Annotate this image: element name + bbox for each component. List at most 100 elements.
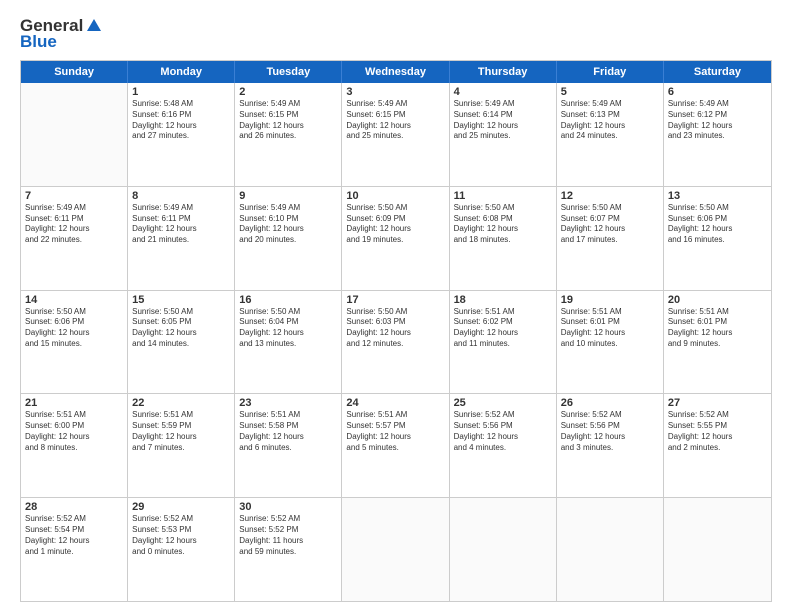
daylight-label: Daylight: 12 hours	[25, 224, 123, 235]
daylight-label: Daylight: 12 hours	[346, 328, 444, 339]
cal-cell: 24 Sunrise: 5:51 AM Sunset: 5:57 PM Dayl…	[342, 394, 449, 497]
calendar: SundayMondayTuesdayWednesdayThursdayFrid…	[20, 60, 772, 602]
sunset: Sunset: 6:00 PM	[25, 421, 123, 432]
logo-blue: Blue	[20, 32, 57, 52]
day-header-monday: Monday	[128, 61, 235, 83]
sunset: Sunset: 6:02 PM	[454, 317, 552, 328]
week-row-5: 28 Sunrise: 5:52 AM Sunset: 5:54 PM Dayl…	[21, 498, 771, 601]
cal-cell	[342, 498, 449, 601]
day-number: 18	[454, 294, 552, 306]
sunset: Sunset: 6:06 PM	[668, 214, 767, 225]
day-number: 14	[25, 294, 123, 306]
daylight-minutes: and 4 minutes.	[454, 443, 552, 454]
sunrise: Sunrise: 5:49 AM	[239, 99, 337, 110]
sunset: Sunset: 6:11 PM	[132, 214, 230, 225]
sunset: Sunset: 5:54 PM	[25, 525, 123, 536]
cal-cell: 23 Sunrise: 5:51 AM Sunset: 5:58 PM Dayl…	[235, 394, 342, 497]
sunrise: Sunrise: 5:52 AM	[25, 514, 123, 525]
week-row-3: 14 Sunrise: 5:50 AM Sunset: 6:06 PM Dayl…	[21, 291, 771, 395]
daylight-minutes: and 7 minutes.	[132, 443, 230, 454]
daylight-minutes: and 20 minutes.	[239, 235, 337, 246]
day-number: 17	[346, 294, 444, 306]
sunrise: Sunrise: 5:50 AM	[668, 203, 767, 214]
sunset: Sunset: 5:52 PM	[239, 525, 337, 536]
cal-cell: 22 Sunrise: 5:51 AM Sunset: 5:59 PM Dayl…	[128, 394, 235, 497]
day-number: 15	[132, 294, 230, 306]
sunset: Sunset: 5:59 PM	[132, 421, 230, 432]
cal-cell: 6 Sunrise: 5:49 AM Sunset: 6:12 PM Dayli…	[664, 83, 771, 186]
day-number: 13	[668, 190, 767, 202]
sunset: Sunset: 6:01 PM	[561, 317, 659, 328]
day-number: 16	[239, 294, 337, 306]
daylight-label: Daylight: 12 hours	[561, 432, 659, 443]
sunset: Sunset: 6:09 PM	[346, 214, 444, 225]
daylight-minutes: and 2 minutes.	[668, 443, 767, 454]
daylight-minutes: and 59 minutes.	[239, 547, 337, 558]
daylight-minutes: and 23 minutes.	[668, 131, 767, 142]
daylight-minutes: and 25 minutes.	[454, 131, 552, 142]
sunset: Sunset: 5:53 PM	[132, 525, 230, 536]
sunrise: Sunrise: 5:49 AM	[346, 99, 444, 110]
daylight-label: Daylight: 12 hours	[239, 121, 337, 132]
day-number: 19	[561, 294, 659, 306]
cal-cell: 25 Sunrise: 5:52 AM Sunset: 5:56 PM Dayl…	[450, 394, 557, 497]
sunrise: Sunrise: 5:51 AM	[454, 307, 552, 318]
day-number: 30	[239, 501, 337, 513]
sunset: Sunset: 6:04 PM	[239, 317, 337, 328]
calendar-header: SundayMondayTuesdayWednesdayThursdayFrid…	[21, 61, 771, 83]
sunset: Sunset: 6:11 PM	[25, 214, 123, 225]
sunrise: Sunrise: 5:51 AM	[561, 307, 659, 318]
day-header-sunday: Sunday	[21, 61, 128, 83]
day-number: 8	[132, 190, 230, 202]
daylight-minutes: and 1 minute.	[25, 547, 123, 558]
daylight-label: Daylight: 12 hours	[561, 121, 659, 132]
daylight-minutes: and 5 minutes.	[346, 443, 444, 454]
page: General Blue SundayMondayTuesdayWednesda…	[0, 0, 792, 612]
calendar-body: 1 Sunrise: 5:48 AM Sunset: 6:16 PM Dayli…	[21, 83, 771, 601]
daylight-minutes: and 25 minutes.	[346, 131, 444, 142]
sunrise: Sunrise: 5:50 AM	[561, 203, 659, 214]
sunrise: Sunrise: 5:49 AM	[561, 99, 659, 110]
cal-cell: 10 Sunrise: 5:50 AM Sunset: 6:09 PM Dayl…	[342, 187, 449, 290]
sunrise: Sunrise: 5:51 AM	[132, 410, 230, 421]
sunrise: Sunrise: 5:50 AM	[454, 203, 552, 214]
sunset: Sunset: 6:07 PM	[561, 214, 659, 225]
sunrise: Sunrise: 5:49 AM	[132, 203, 230, 214]
day-number: 27	[668, 397, 767, 409]
cal-cell	[450, 498, 557, 601]
cal-cell: 20 Sunrise: 5:51 AM Sunset: 6:01 PM Dayl…	[664, 291, 771, 394]
week-row-4: 21 Sunrise: 5:51 AM Sunset: 6:00 PM Dayl…	[21, 394, 771, 498]
sunrise: Sunrise: 5:50 AM	[346, 203, 444, 214]
sunset: Sunset: 5:56 PM	[561, 421, 659, 432]
daylight-label: Daylight: 12 hours	[25, 432, 123, 443]
sunset: Sunset: 6:03 PM	[346, 317, 444, 328]
logo: General Blue	[20, 16, 103, 52]
day-number: 6	[668, 86, 767, 98]
daylight-label: Daylight: 12 hours	[132, 536, 230, 547]
cal-cell: 4 Sunrise: 5:49 AM Sunset: 6:14 PM Dayli…	[450, 83, 557, 186]
sunrise: Sunrise: 5:52 AM	[668, 410, 767, 421]
sunrise: Sunrise: 5:52 AM	[561, 410, 659, 421]
day-number: 23	[239, 397, 337, 409]
cal-cell: 15 Sunrise: 5:50 AM Sunset: 6:05 PM Dayl…	[128, 291, 235, 394]
day-number: 21	[25, 397, 123, 409]
sunset: Sunset: 5:55 PM	[668, 421, 767, 432]
daylight-label: Daylight: 12 hours	[132, 121, 230, 132]
sunrise: Sunrise: 5:51 AM	[668, 307, 767, 318]
cal-cell	[664, 498, 771, 601]
daylight-label: Daylight: 12 hours	[132, 432, 230, 443]
day-header-tuesday: Tuesday	[235, 61, 342, 83]
sunrise: Sunrise: 5:49 AM	[239, 203, 337, 214]
cal-cell: 3 Sunrise: 5:49 AM Sunset: 6:15 PM Dayli…	[342, 83, 449, 186]
day-number: 4	[454, 86, 552, 98]
sunrise: Sunrise: 5:52 AM	[132, 514, 230, 525]
daylight-label: Daylight: 12 hours	[132, 328, 230, 339]
week-row-2: 7 Sunrise: 5:49 AM Sunset: 6:11 PM Dayli…	[21, 187, 771, 291]
daylight-label: Daylight: 12 hours	[346, 224, 444, 235]
daylight-minutes: and 10 minutes.	[561, 339, 659, 350]
daylight-minutes: and 27 minutes.	[132, 131, 230, 142]
cal-cell: 21 Sunrise: 5:51 AM Sunset: 6:00 PM Dayl…	[21, 394, 128, 497]
cal-cell: 8 Sunrise: 5:49 AM Sunset: 6:11 PM Dayli…	[128, 187, 235, 290]
sunset: Sunset: 6:15 PM	[346, 110, 444, 121]
cal-cell: 11 Sunrise: 5:50 AM Sunset: 6:08 PM Dayl…	[450, 187, 557, 290]
